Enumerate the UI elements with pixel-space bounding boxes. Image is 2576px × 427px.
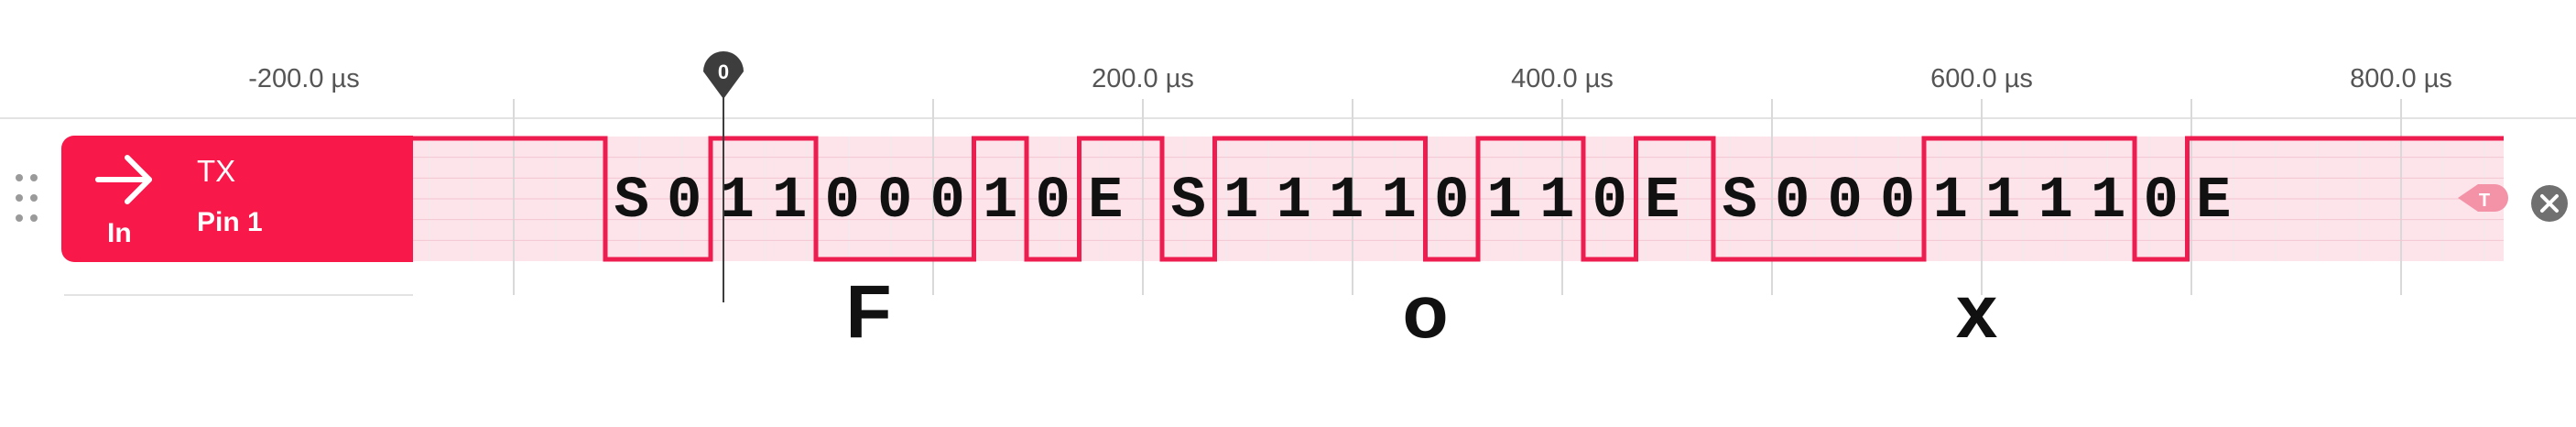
input-arrow-icon <box>95 155 152 204</box>
decoded-bit: S <box>1171 169 1206 235</box>
decoded-bit: 1 <box>2091 169 2125 235</box>
decoded-bit: 0 <box>1775 169 1810 235</box>
decoded-bit: 1 <box>1277 169 1311 235</box>
decoded-bit: 1 <box>983 169 1017 235</box>
decoded-bit: E <box>2196 169 2231 235</box>
time-tick-label: 800.0 µs <box>2350 64 2452 93</box>
decoded-bit: 1 <box>720 169 755 235</box>
decoded-bit: 0 <box>1434 169 1469 235</box>
decoded-bit: 0 <box>2144 169 2179 235</box>
decoded-bit: 0 <box>1592 169 1627 235</box>
decoded-char: o <box>1402 270 1448 354</box>
decoded-bit: E <box>1088 169 1123 235</box>
decoded-bit: 0 <box>1036 169 1071 235</box>
channel-direction: In <box>107 218 132 248</box>
close-icon[interactable] <box>2529 183 2570 224</box>
decoded-bit: 1 <box>1985 169 2020 235</box>
decoded-bit: 1 <box>1382 169 1417 235</box>
channel-name: TX <box>197 154 236 188</box>
time-tick-label: 200.0 µs <box>1092 64 1194 93</box>
decoded-bit: 1 <box>1487 169 1522 235</box>
marker-label: 0 <box>718 60 729 83</box>
decoded-char: F <box>845 270 891 354</box>
decoded-bit: S <box>614 169 649 235</box>
time-tick-label: 600.0 µs <box>1930 64 2033 93</box>
decoded-bit: 1 <box>1933 169 1968 235</box>
decoded-bit: 1 <box>2038 169 2073 235</box>
time-tick-label: 400.0 µs <box>1511 64 1614 93</box>
decoded-bit: 1 <box>1223 169 1258 235</box>
decoded-bit: E <box>1645 169 1679 235</box>
decoded-bit: 1 <box>1539 169 1574 235</box>
trigger-label: T <box>2479 191 2490 211</box>
decoded-bit: 1 <box>772 169 807 235</box>
decoded-characters: Fo x <box>845 270 1997 354</box>
decoded-bit: 0 <box>667 169 701 235</box>
decoded-bit: 0 <box>1880 169 1915 235</box>
time-axis: -200.0 µs 200.0 µs 400.0 µs 600.0 µs 800.0 µ… <box>248 64 2452 93</box>
channel-label[interactable]: In TX Pin 1 <box>61 136 413 262</box>
decoded-bit: 0 <box>877 169 912 235</box>
decoded-bit: 0 <box>930 169 965 235</box>
channel-pin: Pin 1 <box>197 207 263 237</box>
time-tick-label: -200.0 µs <box>248 64 360 93</box>
decoded-bit: S <box>1723 169 1757 235</box>
drag-handle-icon[interactable] <box>13 170 42 225</box>
decoded-bit: 0 <box>825 169 860 235</box>
decoded-bit: 0 <box>1828 169 1863 235</box>
decoded-bit: 1 <box>1329 169 1364 235</box>
decoded-char: x <box>1956 270 1998 354</box>
